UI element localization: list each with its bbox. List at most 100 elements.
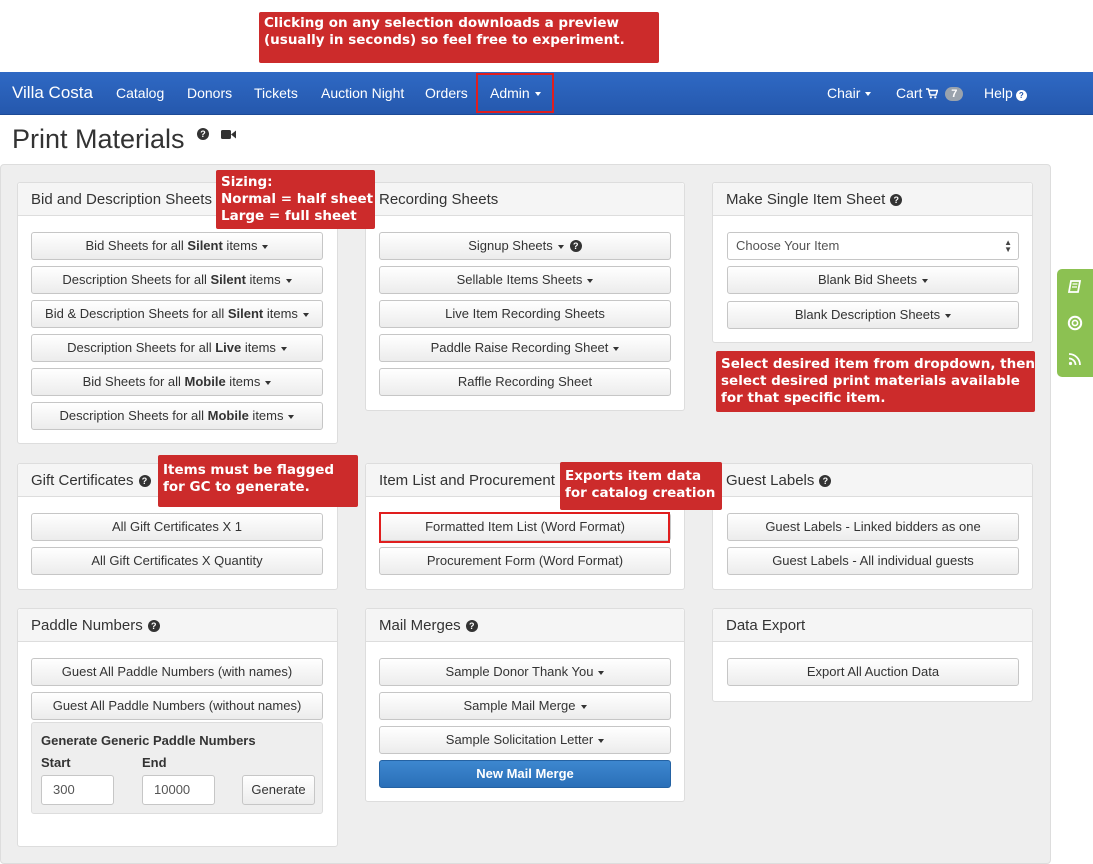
help-icon[interactable]: ?: [197, 128, 209, 140]
question-icon: ?: [1015, 90, 1027, 101]
panel-title: Make Single Item Sheet?: [713, 183, 1032, 216]
cart-icon: [926, 88, 939, 99]
annotation-top: Clicking on any selection downloads a pr…: [259, 12, 659, 63]
annotation-line: (usually in seconds) so feel free to exp…: [264, 32, 625, 48]
side-toolbar: [1057, 269, 1093, 377]
highlight-admin: [476, 73, 554, 113]
live-item-recording-sheets-button[interactable]: Live Item Recording Sheets: [379, 300, 671, 328]
nav-tickets[interactable]: Tickets: [254, 85, 298, 101]
sample-mail-merge-button[interactable]: Sample Mail Merge: [379, 692, 671, 720]
annotation-gift: Items must be flagged for GC to generate…: [158, 455, 358, 507]
annotation-exports: Exports item data for catalog creation: [560, 462, 722, 510]
chevron-down-icon: [265, 380, 272, 385]
paddle-numbers-without-names-button[interactable]: Guest All Paddle Numbers (without names): [31, 692, 323, 720]
panel-title: Recording Sheets: [366, 183, 684, 216]
gift-certificates-quantity-button[interactable]: All Gift Certificates X Quantity: [31, 547, 323, 575]
blank-bid-sheets-button[interactable]: Blank Bid Sheets: [727, 266, 1019, 294]
panel-title-text: Mail Merges: [379, 617, 461, 634]
annotation-single-item: Select desired item from dropdown, then …: [716, 351, 1035, 412]
panel-title-text: Gift Certificates: [31, 472, 134, 489]
chevron-down-icon: [865, 92, 872, 97]
annotation-sizing: Sizing: Normal = half sheet Large = full…: [216, 170, 375, 229]
panel-title: Mail Merges?: [366, 609, 684, 642]
new-mail-merge-button[interactable]: New Mail Merge: [379, 760, 671, 788]
paddle-raise-recording-sheet-button[interactable]: Paddle Raise Recording Sheet: [379, 334, 671, 362]
chevron-down-icon: [587, 278, 594, 283]
chevron-down-icon: [945, 313, 952, 318]
export-all-auction-data-button[interactable]: Export All Auction Data: [727, 658, 1019, 686]
highlight-formatted-item-list: [379, 512, 670, 543]
video-camera-icon[interactable]: [221, 129, 236, 140]
gift-certificates-x1-button[interactable]: All Gift Certificates X 1: [31, 513, 323, 541]
chevron-down-icon: [288, 414, 295, 419]
nav-chair-label: Chair: [827, 85, 861, 101]
help-icon[interactable]: ?: [890, 194, 903, 206]
nav-help[interactable]: Help?: [984, 85, 1027, 101]
help-icon[interactable]: ?: [465, 620, 478, 632]
cart-count-badge: 7: [945, 87, 964, 101]
item-select[interactable]: Choose Your Item ▲ ▼: [727, 232, 1019, 260]
chevron-down-icon: [302, 312, 309, 317]
panel-guest-labels: Guest Labels? Guest Labels - Linked bidd…: [712, 463, 1033, 590]
generate-paddle-numbers-form: Generate Generic Paddle Numbers Start En…: [31, 722, 323, 814]
bid-sheets-silent-button[interactable]: Bid Sheets for all Silent items: [31, 232, 323, 260]
bid-sheets-mobile-button[interactable]: Bid Sheets for all Mobile items: [31, 368, 323, 396]
lifebuoy-icon[interactable]: [1067, 315, 1083, 331]
end-input[interactable]: 10000: [142, 775, 215, 805]
page-title: Print Materials: [12, 124, 185, 154]
chevron-down-icon: [580, 704, 587, 709]
guest-labels-linked-button[interactable]: Guest Labels - Linked bidders as one: [727, 513, 1019, 541]
description-sheets-live-button[interactable]: Description Sheets for all Live items: [31, 334, 323, 362]
description-sheets-silent-button[interactable]: Description Sheets for all Silent items: [31, 266, 323, 294]
bid-description-sheets-silent-button[interactable]: Bid & Description Sheets for all Silent …: [31, 300, 323, 328]
chevron-down-icon: [598, 670, 605, 675]
blank-description-sheets-button[interactable]: Blank Description Sheets: [727, 301, 1019, 329]
panel-title: Paddle Numbers?: [18, 609, 337, 642]
nav-cart[interactable]: Cart 7: [896, 85, 964, 101]
sample-donor-thank-you-button[interactable]: Sample Donor Thank You: [379, 658, 671, 686]
description-sheets-mobile-button[interactable]: Description Sheets for all Mobile items: [31, 402, 323, 430]
panel-title: Guest Labels?: [713, 464, 1032, 497]
select-arrows-icon: ▲ ▼: [1004, 238, 1012, 254]
nav-help-label: Help: [984, 85, 1013, 101]
guest-labels-individual-button[interactable]: Guest Labels - All individual guests: [727, 547, 1019, 575]
signup-sheets-button[interactable]: Signup Sheets?: [379, 232, 671, 260]
panel-paddle-numbers: Paddle Numbers? Guest All Paddle Numbers…: [17, 608, 338, 847]
help-icon: ?: [569, 240, 582, 252]
start-label: Start: [41, 755, 71, 770]
end-label: End: [142, 755, 167, 770]
brand-link[interactable]: Villa Costa: [12, 83, 93, 103]
nav-catalog[interactable]: Catalog: [116, 85, 164, 101]
nav-donors[interactable]: Donors: [187, 85, 232, 101]
sellable-items-sheets-button[interactable]: Sellable Items Sheets: [379, 266, 671, 294]
chevron-down-icon: [262, 244, 269, 249]
chevron-down-icon: [280, 346, 287, 351]
help-icon[interactable]: ?: [819, 475, 832, 487]
chevron-down-icon: [922, 278, 928, 283]
book-icon[interactable]: [1067, 279, 1083, 295]
help-icon[interactable]: ?: [138, 475, 151, 487]
item-select-value: Choose Your Item: [736, 238, 840, 253]
rss-icon[interactable]: [1067, 351, 1083, 367]
paddle-numbers-with-names-button[interactable]: Guest All Paddle Numbers (with names): [31, 658, 323, 686]
raffle-recording-sheet-button[interactable]: Raffle Recording Sheet: [379, 368, 671, 396]
panel-data-export: Data Export Export All Auction Data: [712, 608, 1033, 702]
panel-title-text: Guest Labels: [726, 472, 815, 489]
chevron-down-icon: [613, 346, 620, 351]
chevron-down-icon: [598, 738, 605, 743]
generate-title: Generate Generic Paddle Numbers: [41, 733, 256, 748]
nav-auction-night[interactable]: Auction Night: [321, 85, 404, 101]
panel-single-item-sheet: Make Single Item Sheet? Choose Your Item…: [712, 182, 1033, 343]
sample-solicitation-letter-button[interactable]: Sample Solicitation Letter: [379, 726, 671, 754]
start-input[interactable]: 300: [41, 775, 114, 805]
annotation-line: Clicking on any selection downloads a pr…: [264, 15, 619, 31]
panel-mail-merges: Mail Merges? Sample Donor Thank You Samp…: [365, 608, 685, 802]
generate-button[interactable]: Generate: [242, 775, 315, 805]
nav-chair-dropdown[interactable]: Chair: [827, 85, 872, 101]
help-icon[interactable]: ?: [147, 620, 160, 632]
nav-orders[interactable]: Orders: [425, 85, 468, 101]
procurement-form-button[interactable]: Procurement Form (Word Format): [379, 547, 671, 575]
panel-title-text: Paddle Numbers: [31, 617, 143, 634]
panel-recording-sheets: Recording Sheets Signup Sheets? Sellable…: [365, 182, 685, 411]
nav-cart-label: Cart: [896, 85, 923, 101]
